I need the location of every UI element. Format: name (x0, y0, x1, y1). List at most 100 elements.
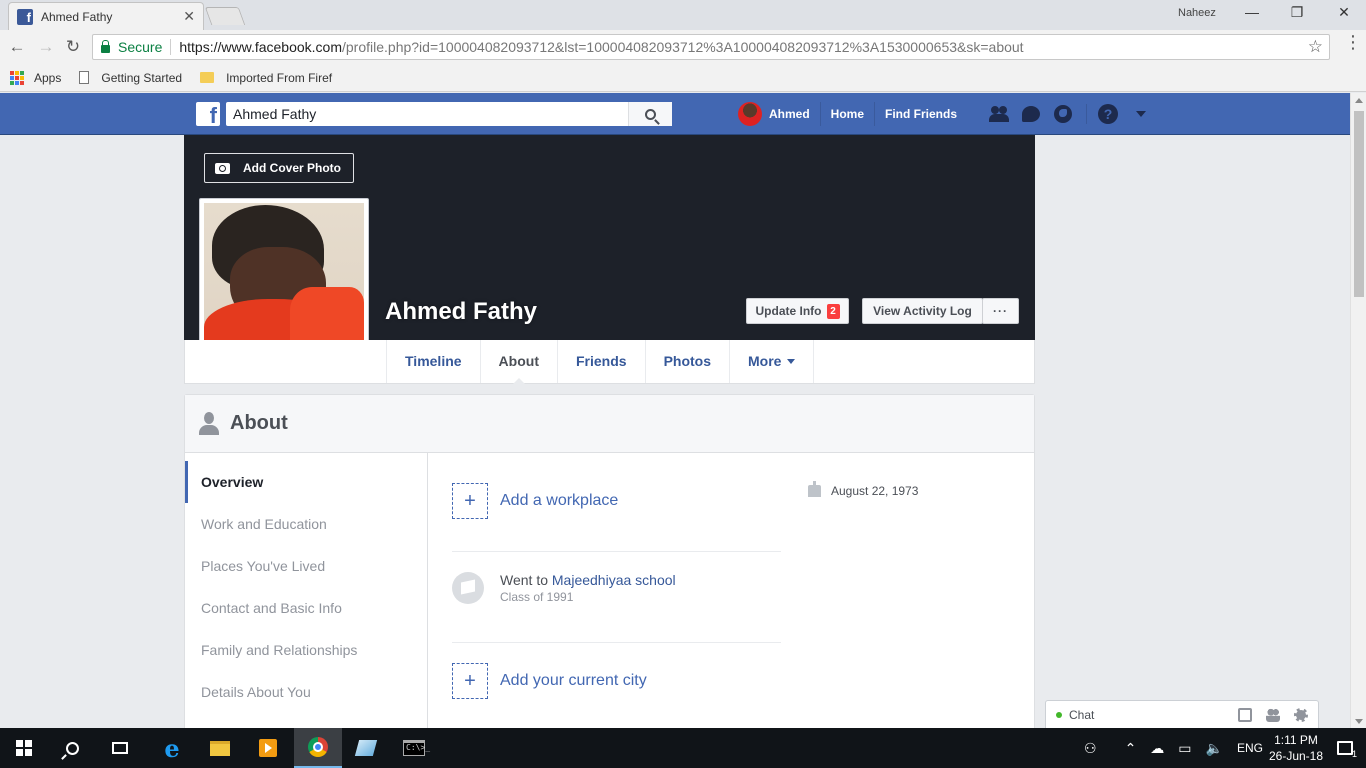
clock[interactable]: 1:11 PM 26-Jun-18 (1269, 732, 1323, 764)
add-cover-label: Add Cover Photo (243, 161, 341, 175)
add-workplace-row[interactable]: + Add a workplace (452, 483, 618, 519)
new-tab-button[interactable] (204, 7, 246, 25)
people-icon[interactable]: ⚇ (1084, 740, 1097, 757)
address-bar[interactable]: Secure https://www.facebook.com /profile… (92, 34, 1330, 60)
show-hidden-icons[interactable]: ⌃ (1125, 740, 1137, 757)
education-entry: Went to Majeedhiyaa school Class of 1991 (452, 572, 676, 604)
nav-home-link[interactable]: Home (821, 102, 876, 126)
tab-about[interactable]: About (481, 340, 558, 384)
bookmark-star-icon[interactable]: ☆ (1308, 37, 1323, 57)
browser-tabstrip: f Ahmed Fathy ✕ Naheez — ❐ ✕ (0, 0, 1366, 30)
task-view-icon (112, 742, 128, 754)
view-activity-log-button[interactable]: View Activity Log (862, 298, 983, 324)
profile-name[interactable]: Ahmed Fathy (385, 298, 537, 326)
avatar[interactable] (738, 102, 762, 126)
about-header: About (185, 395, 1034, 453)
add-current-city-link[interactable]: Add your current city (500, 672, 647, 690)
url-path: /profile.php?id=100004082093712&lst=1000… (342, 39, 1024, 55)
taskbar-chrome[interactable] (294, 728, 342, 768)
update-info-label: Update Info (755, 304, 822, 318)
tab-more[interactable]: More (730, 340, 815, 383)
divider (452, 551, 781, 552)
search-box (226, 102, 672, 126)
create-group-icon[interactable] (1266, 708, 1280, 722)
minimize-button[interactable]: — (1240, 4, 1264, 24)
more-options-button[interactable]: ··· (982, 298, 1019, 324)
tab-photos[interactable]: Photos (646, 340, 731, 383)
start-button[interactable] (0, 728, 48, 768)
nav-find-friends-link[interactable]: Find Friends (875, 102, 967, 126)
scroll-up-icon[interactable] (1355, 98, 1363, 103)
bookmark-apps[interactable]: Apps (10, 70, 61, 85)
search-icon (65, 741, 79, 755)
education-prefix: Went to (500, 572, 552, 588)
top-bar-divider (1086, 104, 1087, 124)
address-separator (170, 39, 172, 55)
browser-tab[interactable]: f Ahmed Fathy ✕ (8, 2, 204, 30)
taskbar-graphics-app[interactable] (342, 728, 390, 768)
media-player-icon (259, 739, 277, 757)
messenger-icon (1022, 106, 1040, 122)
school-link[interactable]: Majeedhiyaa school (552, 572, 676, 588)
tab-more-label: More (748, 353, 782, 369)
facebook-logo-icon[interactable]: f (196, 102, 220, 127)
action-center-icon[interactable]: 1 (1337, 741, 1357, 759)
reload-button[interactable]: ↻ (62, 36, 84, 58)
education-text: Went to Majeedhiyaa school (500, 572, 676, 588)
back-button[interactable]: ← (6, 36, 28, 58)
forward-button[interactable]: → (35, 36, 57, 58)
language-indicator[interactable]: ENG (1237, 741, 1263, 755)
account-menu-button[interactable] (1129, 103, 1151, 125)
sidebar-item-contact-info[interactable]: Contact and Basic Info (185, 587, 427, 629)
about-title: About (230, 412, 288, 434)
update-info-button[interactable]: Update Info 2 (746, 298, 849, 324)
page-scrollbar[interactable] (1350, 93, 1366, 728)
close-window-button[interactable]: ✕ (1332, 4, 1356, 24)
sidebar-item-places-lived[interactable]: Places You've Lived (185, 545, 427, 587)
sidebar-item-overview[interactable]: Overview (185, 461, 427, 503)
search-input[interactable] (226, 106, 628, 122)
task-view-button[interactable] (96, 728, 144, 768)
taskbar-search-button[interactable] (48, 728, 96, 768)
new-message-icon[interactable] (1238, 708, 1252, 722)
volume-icon[interactable]: 🔈 (1206, 740, 1223, 757)
add-city-row[interactable]: + Add your current city (452, 663, 647, 699)
tab-friends[interactable]: Friends (558, 340, 646, 383)
scroll-down-icon[interactable] (1355, 719, 1363, 724)
onedrive-cloud-icon[interactable]: ☁ (1150, 740, 1164, 757)
chat-label: Chat (1069, 707, 1095, 722)
bookmark-getting-started[interactable]: Getting Started (79, 71, 182, 85)
search-button[interactable] (628, 102, 672, 126)
notifications-button[interactable] (1052, 103, 1074, 125)
chat-settings-gear-icon[interactable] (1294, 708, 1308, 722)
window-user-name[interactable]: Naheez (1178, 7, 1216, 19)
maximize-button[interactable]: ❐ (1285, 4, 1309, 24)
about-sidebar: Overview Work and Education Places You'v… (185, 453, 428, 735)
scrollbar-thumb[interactable] (1354, 111, 1364, 297)
messages-button[interactable] (1020, 103, 1042, 125)
add-cover-photo-button[interactable]: Add Cover Photo (204, 153, 354, 183)
system-tray: ⚇ ⌃ ☁ ▭ 🔈 ENG 1:11 PM 26-Jun-18 1 (1084, 728, 1357, 768)
tab-close-icon[interactable]: ✕ (183, 8, 195, 25)
profile-nav-bar: Timeline About Friends Photos More (184, 340, 1035, 384)
sidebar-item-details-about-you[interactable]: Details About You (185, 671, 427, 713)
friend-requests-button[interactable] (988, 103, 1010, 125)
taskbar-edge[interactable]: e (148, 728, 196, 768)
sidebar-item-family-relationships[interactable]: Family and Relationships (185, 629, 427, 671)
taskbar-file-explorer[interactable] (196, 728, 244, 768)
browser-menu-icon[interactable]: ⋮ (1344, 33, 1362, 51)
plus-icon: + (452, 663, 488, 699)
chat-bar[interactable]: Chat (1045, 700, 1319, 728)
chrome-icon (308, 737, 328, 757)
taskbar-command-prompt[interactable]: C:\>_ (390, 728, 438, 768)
education-class: Class of 1991 (500, 590, 574, 604)
sidebar-item-work-education[interactable]: Work and Education (185, 503, 427, 545)
nav-profile-link[interactable]: Ahmed (769, 102, 821, 126)
add-workplace-link[interactable]: Add a workplace (500, 492, 618, 510)
bookmark-imported-folder[interactable]: Imported From Firef (200, 71, 332, 85)
edge-browser-icon: e (164, 733, 180, 763)
taskbar-media-player[interactable] (244, 728, 292, 768)
network-icon[interactable]: ▭ (1178, 740, 1191, 757)
quick-help-button[interactable]: ? (1097, 103, 1119, 125)
tab-timeline[interactable]: Timeline (387, 340, 481, 383)
